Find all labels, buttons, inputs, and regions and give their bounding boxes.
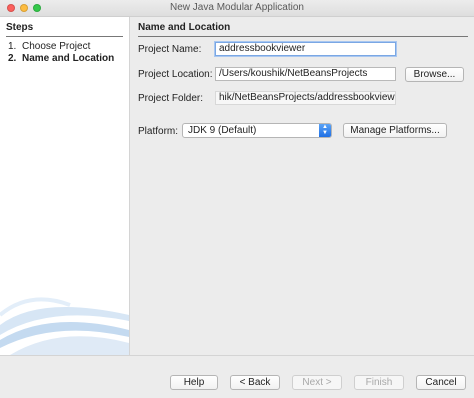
cancel-button[interactable]: Cancel <box>416 375 466 390</box>
browse-button[interactable]: Browse... <box>405 67 464 82</box>
steps-list: 1. Choose Project 2. Name and Location <box>8 41 114 65</box>
form-panel: Name and Location Project Name: addressb… <box>130 17 474 355</box>
footer-divider <box>0 355 474 356</box>
title-bar: New Java Modular Application <box>0 0 474 17</box>
step-label: Choose Project <box>22 41 91 52</box>
project-folder-label: Project Folder: <box>138 93 204 104</box>
minimize-window-button[interactable] <box>20 4 28 12</box>
chevron-up-down-icon: ▲ ▼ <box>319 124 331 137</box>
step-label: Name and Location <box>22 53 115 64</box>
step-item-name-and-location: 2. Name and Location <box>8 53 114 65</box>
form-heading: Name and Location <box>138 22 231 33</box>
zoom-window-button[interactable] <box>33 4 41 12</box>
manage-platforms-button[interactable]: Manage Platforms... <box>343 123 447 138</box>
steps-divider <box>6 36 123 37</box>
project-name-label: Project Name: <box>138 44 202 55</box>
step-number: 1. <box>8 41 17 52</box>
project-folder-field[interactable]: hik/NetBeansProjects/addressbookviewer <box>215 91 396 105</box>
wizard-decoration-graphic <box>0 297 129 355</box>
window-title: New Java Modular Application <box>170 2 304 13</box>
project-location-input[interactable]: /Users/koushik/NetBeansProjects <box>215 67 396 81</box>
back-button[interactable]: < Back <box>230 375 280 390</box>
steps-heading: Steps <box>6 22 34 33</box>
form-heading-divider <box>138 36 468 37</box>
platform-label: Platform: <box>138 126 179 137</box>
project-name-input[interactable]: addressbookviewer <box>215 42 396 56</box>
step-item-choose-project: 1. Choose Project <box>8 41 114 53</box>
next-button[interactable]: Next > <box>292 375 342 390</box>
finish-button[interactable]: Finish <box>354 375 404 390</box>
window-controls <box>7 4 41 12</box>
platform-select[interactable]: JDK 9 (Default) ▲ ▼ <box>182 123 332 138</box>
project-location-label: Project Location: <box>138 69 213 80</box>
steps-panel: Steps 1. Choose Project 2. Name and Locati… <box>0 17 130 355</box>
step-number: 2. <box>8 53 17 64</box>
help-button[interactable]: Help <box>170 375 218 390</box>
platform-selected-value: JDK 9 (Default) <box>188 125 257 136</box>
close-window-button[interactable] <box>7 4 15 12</box>
